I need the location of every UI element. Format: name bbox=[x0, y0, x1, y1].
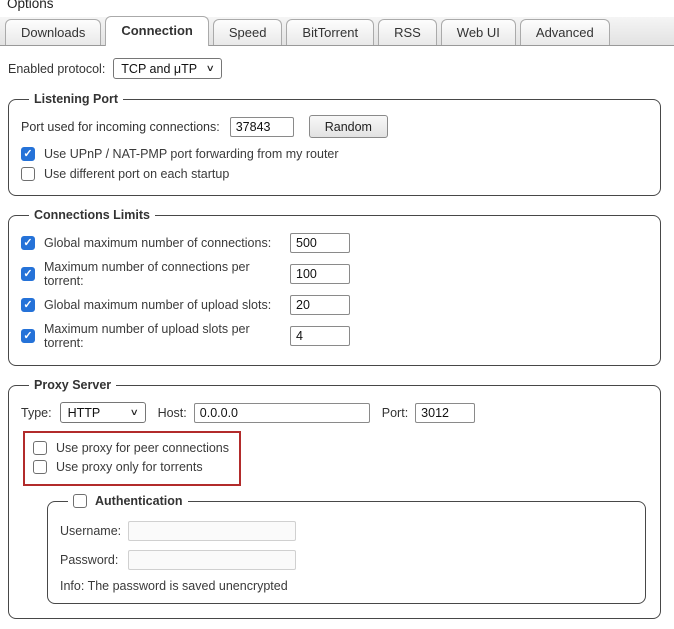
proxy-type-select[interactable]: HTTP ∨ bbox=[60, 402, 146, 423]
authentication-checkbox[interactable] bbox=[73, 494, 87, 508]
global-max-connections-input[interactable] bbox=[290, 233, 350, 253]
listening-port-section: Listening Port Port used for incoming co… bbox=[8, 92, 661, 196]
upnp-label: Use UPnP / NAT-PMP port forwarding from … bbox=[44, 147, 339, 161]
different-port-checkbox[interactable] bbox=[21, 167, 35, 181]
dialog-title-bar: Options bbox=[0, 0, 674, 13]
max-connections-per-torrent-checkbox[interactable] bbox=[21, 267, 35, 281]
proxy-peer-connections-label: Use proxy for peer connections bbox=[56, 441, 229, 455]
incoming-port-input[interactable] bbox=[230, 117, 294, 137]
upnp-row: Use UPnP / NAT-PMP port forwarding from … bbox=[21, 147, 648, 161]
proxy-peer-connections-checkbox[interactable] bbox=[33, 441, 47, 455]
authentication-legend-label: Authentication bbox=[95, 494, 183, 508]
global-max-connections-row: Global maximum number of connections: bbox=[21, 233, 648, 253]
max-connections-per-torrent-label: Maximum number of connections per torren… bbox=[44, 260, 290, 288]
tab-downloads[interactable]: Downloads bbox=[5, 19, 101, 45]
global-max-upload-slots-row: Global maximum number of upload slots: bbox=[21, 295, 648, 315]
enabled-protocol-select[interactable]: TCP and μTP ∨ bbox=[113, 58, 221, 79]
max-connections-per-torrent-input[interactable] bbox=[290, 264, 350, 284]
annotation-highlight-box: Use proxy for peer connections Use proxy… bbox=[23, 431, 241, 486]
connection-tab-panel: Enabled protocol: TCP and μTP ∨ Listenin… bbox=[0, 46, 674, 629]
different-port-label: Use different port on each startup bbox=[44, 167, 229, 181]
tab-connection[interactable]: Connection bbox=[105, 16, 209, 46]
proxy-only-torrents-row: Use proxy only for torrents bbox=[33, 460, 231, 474]
random-port-button[interactable]: Random bbox=[309, 115, 388, 138]
max-upload-slots-per-torrent-input[interactable] bbox=[290, 326, 350, 346]
upnp-checkbox[interactable] bbox=[21, 147, 35, 161]
chevron-down-icon: ∨ bbox=[130, 407, 139, 418]
connections-limits-section: Connections Limits Global maximum number… bbox=[8, 208, 661, 366]
incoming-port-row: Port used for incoming connections: Rand… bbox=[21, 115, 648, 138]
password-info-text: Info: The password is saved unencrypted bbox=[60, 579, 633, 593]
global-max-upload-slots-input[interactable] bbox=[290, 295, 350, 315]
username-row: Username: bbox=[60, 521, 633, 541]
proxy-server-legend: Proxy Server bbox=[29, 378, 116, 392]
tab-advanced[interactable]: Advanced bbox=[520, 19, 610, 45]
proxy-only-torrents-label: Use proxy only for torrents bbox=[56, 460, 203, 474]
global-max-connections-label: Global maximum number of connections: bbox=[44, 236, 290, 250]
password-input[interactable] bbox=[128, 550, 296, 570]
password-label: Password: bbox=[60, 553, 128, 567]
username-label: Username: bbox=[60, 524, 128, 538]
tab-bittorrent[interactable]: BitTorrent bbox=[286, 19, 374, 45]
proxy-type-value: HTTP bbox=[68, 406, 101, 420]
tab-rss[interactable]: RSS bbox=[378, 19, 437, 45]
tab-webui[interactable]: Web UI bbox=[441, 19, 516, 45]
max-upload-slots-per-torrent-checkbox[interactable] bbox=[21, 329, 35, 343]
proxy-port-label: Port: bbox=[382, 406, 408, 420]
max-upload-slots-per-torrent-label: Maximum number of upload slots per torre… bbox=[44, 322, 290, 350]
password-row: Password: bbox=[60, 550, 633, 570]
proxy-server-section: Proxy Server Type: HTTP ∨ Host: Port: Us… bbox=[8, 378, 661, 619]
enabled-protocol-label: Enabled protocol: bbox=[8, 62, 105, 76]
max-connections-per-torrent-row: Maximum number of connections per torren… bbox=[21, 260, 648, 288]
enabled-protocol-row: Enabled protocol: TCP and μTP ∨ bbox=[8, 58, 661, 79]
proxy-settings-row: Type: HTTP ∨ Host: Port: bbox=[21, 402, 648, 423]
proxy-only-torrents-checkbox[interactable] bbox=[33, 460, 47, 474]
global-max-upload-slots-checkbox[interactable] bbox=[21, 298, 35, 312]
options-tab-bar: Downloads Connection Speed BitTorrent RS… bbox=[0, 17, 674, 46]
proxy-port-input[interactable] bbox=[415, 403, 475, 423]
different-port-row: Use different port on each startup bbox=[21, 167, 648, 181]
authentication-section: Authentication Username: Password: Info:… bbox=[47, 494, 646, 604]
connections-limits-legend: Connections Limits bbox=[29, 208, 155, 222]
global-max-upload-slots-label: Global maximum number of upload slots: bbox=[44, 298, 290, 312]
chevron-down-icon: ∨ bbox=[206, 63, 215, 74]
proxy-host-label: Host: bbox=[158, 406, 187, 420]
listening-port-legend: Listening Port bbox=[29, 92, 123, 106]
proxy-type-label: Type: bbox=[21, 406, 52, 420]
incoming-port-label: Port used for incoming connections: bbox=[21, 120, 220, 134]
proxy-host-input[interactable] bbox=[194, 403, 370, 423]
authentication-legend: Authentication bbox=[68, 494, 188, 508]
enabled-protocol-value: TCP and μTP bbox=[121, 62, 197, 76]
tab-speed[interactable]: Speed bbox=[213, 19, 283, 45]
dialog-title: Options bbox=[7, 0, 674, 11]
username-input[interactable] bbox=[128, 521, 296, 541]
global-max-connections-checkbox[interactable] bbox=[21, 236, 35, 250]
max-upload-slots-per-torrent-row: Maximum number of upload slots per torre… bbox=[21, 322, 648, 350]
proxy-peer-connections-row: Use proxy for peer connections bbox=[33, 441, 231, 455]
